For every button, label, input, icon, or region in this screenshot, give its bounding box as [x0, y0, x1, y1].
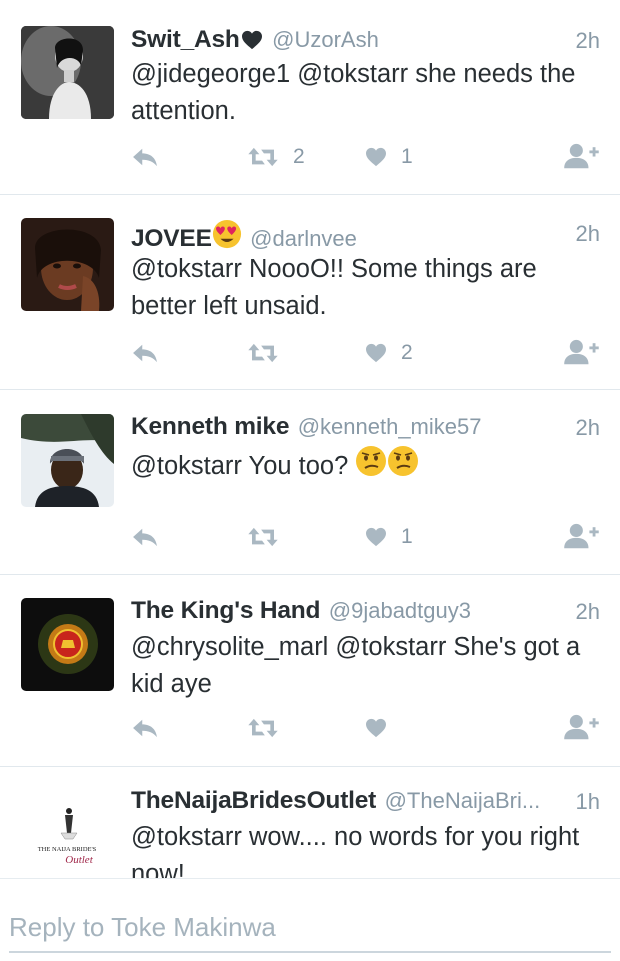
- heart-icon: [365, 527, 387, 547]
- retweet-icon: [247, 146, 279, 168]
- user-name[interactable]: Swit_Ash: [131, 26, 240, 53]
- avatar[interactable]: [21, 218, 114, 311]
- reply-button[interactable]: [131, 338, 159, 368]
- reply-button[interactable]: [131, 713, 159, 743]
- reply-icon: [131, 342, 159, 364]
- tweet-text: @tokstarr NoooO!! Some things are better…: [131, 255, 537, 320]
- reply-button[interactable]: [131, 522, 159, 552]
- reply-input[interactable]: [9, 903, 611, 953]
- user-name[interactable]: The King's Hand: [131, 597, 321, 624]
- tweet-item[interactable]: Swit_Ash @UzorAsh 2h @jidegeorge1 @tokst…: [0, 0, 620, 195]
- user-handle[interactable]: @UzorAsh: [272, 27, 379, 52]
- tweet-item[interactable]: JOVEE @darlnvee 2h @tokstarr NoooO!! Som…: [0, 195, 620, 390]
- heart-icon: [365, 718, 387, 738]
- avatar-logo-text: THE NAIJA BRIDE'S: [38, 846, 97, 853]
- tweet-timeline[interactable]: Swit_Ash @UzorAsh 2h @jidegeorge1 @tokst…: [0, 0, 620, 878]
- user-name[interactable]: TheNaijaBridesOutlet: [131, 787, 376, 814]
- follow-button[interactable]: [562, 338, 600, 368]
- heart-eyes-emoji: [212, 219, 242, 254]
- tweet-timestamp[interactable]: 2h: [576, 415, 600, 441]
- retweet-icon: [247, 342, 279, 364]
- heart-icon: [365, 147, 387, 167]
- retweet-icon: [247, 717, 279, 739]
- like-count: 1: [401, 525, 413, 548]
- tweet-text: @tokstarr You too?: [131, 445, 598, 488]
- tweet-item[interactable]: THE NAIJA BRIDE'S Outlet TheNaijaBridesO…: [0, 767, 620, 878]
- avatar[interactable]: [21, 26, 114, 119]
- like-button[interactable]: 1: [365, 142, 413, 172]
- tweet-header: The King's Hand @9jabadtguy3 2h: [131, 597, 600, 627]
- tweet-timestamp[interactable]: 2h: [576, 599, 600, 625]
- follow-icon: [562, 143, 600, 171]
- user-handle[interactable]: @9jabadtguy3: [329, 598, 471, 623]
- like-button[interactable]: [365, 713, 401, 743]
- follow-icon: [562, 523, 600, 551]
- tweet-timestamp[interactable]: 1h: [576, 789, 600, 815]
- tweet-header: TheNaijaBridesOutlet @TheNaijaBri... 1h: [131, 787, 600, 817]
- reply-icon: [131, 717, 159, 739]
- tweet-header: JOVEE @darlnvee 2h: [131, 219, 600, 252]
- tweet-text: @tokstarr wow.... no words for you right…: [131, 823, 580, 878]
- tweet-header: Kenneth mike @kenneth_mike57 2h: [131, 413, 600, 443]
- confused-face-emoji: [387, 445, 419, 488]
- follow-icon: [562, 714, 600, 742]
- tweet-actions: [131, 713, 600, 743]
- tweet-actions: 2 1: [131, 142, 600, 172]
- retweet-count: 2: [293, 145, 305, 168]
- confused-face-emoji: [355, 445, 387, 488]
- user-handle[interactable]: @TheNaijaBri...: [385, 788, 541, 813]
- tweet-item[interactable]: Kenneth mike @kenneth_mike57 2h @tokstar…: [0, 390, 620, 575]
- reply-button[interactable]: [131, 142, 159, 172]
- user-name[interactable]: Kenneth mike: [131, 413, 289, 440]
- user-name[interactable]: JOVEE: [131, 225, 212, 252]
- retweet-button[interactable]: [247, 713, 293, 743]
- avatar[interactable]: THE NAIJA BRIDE'S Outlet: [21, 787, 114, 878]
- follow-icon: [562, 339, 600, 367]
- tweet-timestamp[interactable]: 2h: [576, 28, 600, 54]
- reply-bar: [0, 878, 620, 961]
- avatar-logo-script: Outlet: [65, 854, 93, 866]
- user-handle[interactable]: @kenneth_mike57: [298, 414, 482, 439]
- follow-button[interactable]: [562, 522, 600, 552]
- tweet-header: Swit_Ash @UzorAsh 2h: [131, 26, 600, 56]
- reply-icon: [131, 526, 159, 548]
- follow-button[interactable]: [562, 713, 600, 743]
- tweet-timestamp[interactable]: 2h: [576, 221, 600, 247]
- reply-icon: [131, 146, 159, 168]
- tweet-text: @chrysolite_marl @tokstarr She's got a k…: [131, 633, 581, 698]
- black-heart-emoji: [240, 30, 264, 55]
- like-count: 2: [401, 341, 413, 364]
- retweet-button[interactable]: [247, 522, 293, 552]
- like-button[interactable]: 2: [365, 338, 413, 368]
- avatar[interactable]: [21, 414, 114, 507]
- retweet-icon: [247, 526, 279, 548]
- tweet-text-content: @tokstarr You too?: [131, 452, 349, 480]
- tweet-text: @jidegeorge1 @tokstarr she needs the att…: [131, 60, 576, 125]
- tweet-actions: 1: [131, 522, 600, 552]
- user-handle[interactable]: @darlnvee: [250, 226, 357, 251]
- retweet-button[interactable]: 2: [247, 142, 305, 172]
- follow-button[interactable]: [562, 142, 600, 172]
- avatar[interactable]: [21, 598, 114, 691]
- tweet-item[interactable]: The King's Hand @9jabadtguy3 2h @chrysol…: [0, 575, 620, 767]
- retweet-button[interactable]: [247, 338, 293, 368]
- like-button[interactable]: 1: [365, 522, 413, 552]
- heart-icon: [365, 343, 387, 363]
- tweet-actions: 2: [131, 338, 600, 368]
- like-count: 1: [401, 145, 413, 168]
